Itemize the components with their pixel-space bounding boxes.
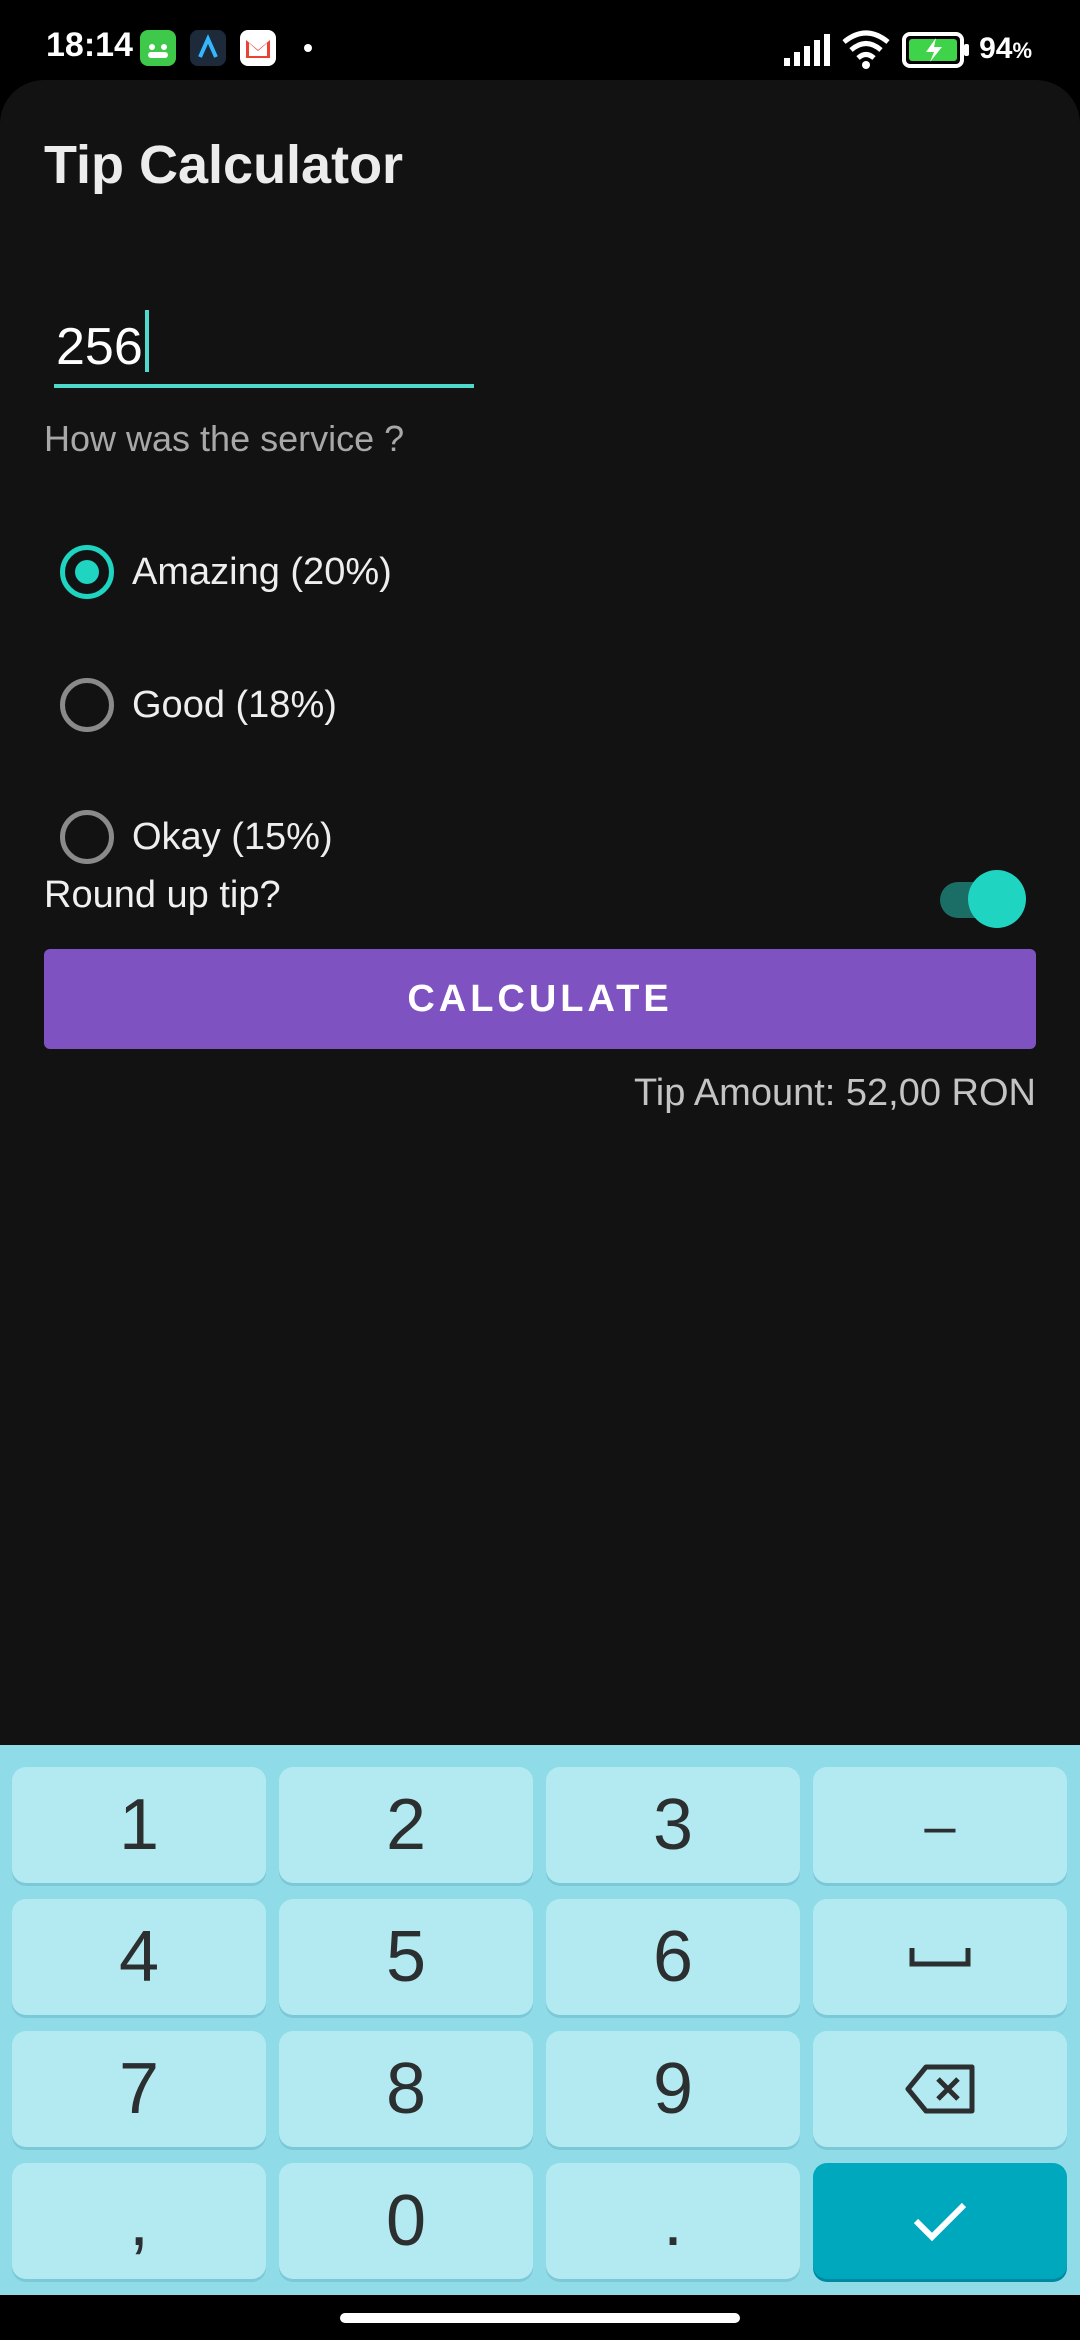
radio-unselected-icon: [60, 810, 114, 864]
navigation-bar: [0, 2295, 1080, 2340]
bill-amount-value: 256: [56, 310, 149, 377]
key-9[interactable]: 9: [546, 2031, 800, 2147]
key-8[interactable]: 8: [279, 2031, 533, 2147]
space-icon: [909, 1948, 971, 1967]
radio-label: Okay (15%): [132, 816, 333, 858]
arc-app-notification-icon: [190, 30, 226, 66]
key-period[interactable]: .: [546, 2163, 800, 2279]
numeric-keyboard: 1 2 3 – 4 5 6 7 8 9 , 0 .: [0, 1745, 1080, 2295]
radio-label: Good (18%): [132, 684, 337, 726]
radio-option-okay[interactable]: Okay (15%): [56, 794, 656, 874]
tip-amount-result: Tip Amount: 52,00 RON: [633, 1072, 1036, 1114]
key-6[interactable]: 6: [546, 1899, 800, 2015]
key-5[interactable]: 5: [279, 1899, 533, 2015]
battery-level: 94%: [979, 32, 1032, 65]
switch-thumb: [968, 870, 1026, 928]
gmail-notification-icon: [240, 30, 276, 66]
radio-option-good[interactable]: Good (18%): [56, 662, 656, 742]
round-up-switch[interactable]: [936, 868, 1028, 930]
battery-charging-icon: [902, 32, 969, 68]
key-4[interactable]: 4: [12, 1899, 266, 2015]
checkmark-icon: [913, 2202, 967, 2242]
page-title: Tip Calculator: [44, 135, 404, 195]
status-time: 18:14: [46, 26, 133, 64]
radio-option-amazing[interactable]: Amazing (20%): [56, 529, 656, 609]
key-2[interactable]: 2: [279, 1767, 533, 1883]
radio-unselected-icon: [60, 678, 114, 732]
key-minus[interactable]: –: [813, 1767, 1067, 1883]
home-indicator[interactable]: [340, 2313, 740, 2323]
signal-icon: [784, 34, 830, 66]
text-caret: [144, 310, 149, 372]
bill-amount-input[interactable]: 256: [54, 302, 474, 388]
round-up-label: Round up tip?: [44, 874, 281, 916]
key-7[interactable]: 7: [12, 2031, 266, 2147]
radio-selected-icon: [60, 545, 114, 599]
key-1[interactable]: 1: [12, 1767, 266, 1883]
wifi-icon: [842, 30, 890, 69]
key-3[interactable]: 3: [546, 1767, 800, 1883]
key-space[interactable]: [813, 1899, 1067, 2015]
status-bar: 18:14 94%: [0, 0, 1080, 80]
backspace-icon: [905, 2064, 975, 2114]
android-notification-icon: [140, 30, 176, 66]
calculate-button[interactable]: CALCULATE: [44, 949, 1036, 1049]
key-0[interactable]: 0: [279, 2163, 533, 2279]
key-backspace[interactable]: [813, 2031, 1067, 2147]
key-comma[interactable]: ,: [12, 2163, 266, 2279]
key-done[interactable]: [813, 2163, 1067, 2279]
radio-label: Amazing (20%): [132, 551, 392, 593]
more-notifications-dot: [304, 44, 312, 52]
app-screen: Tip Calculator 256 How was the service ?…: [0, 80, 1080, 1745]
service-question: How was the service ?: [44, 418, 405, 459]
